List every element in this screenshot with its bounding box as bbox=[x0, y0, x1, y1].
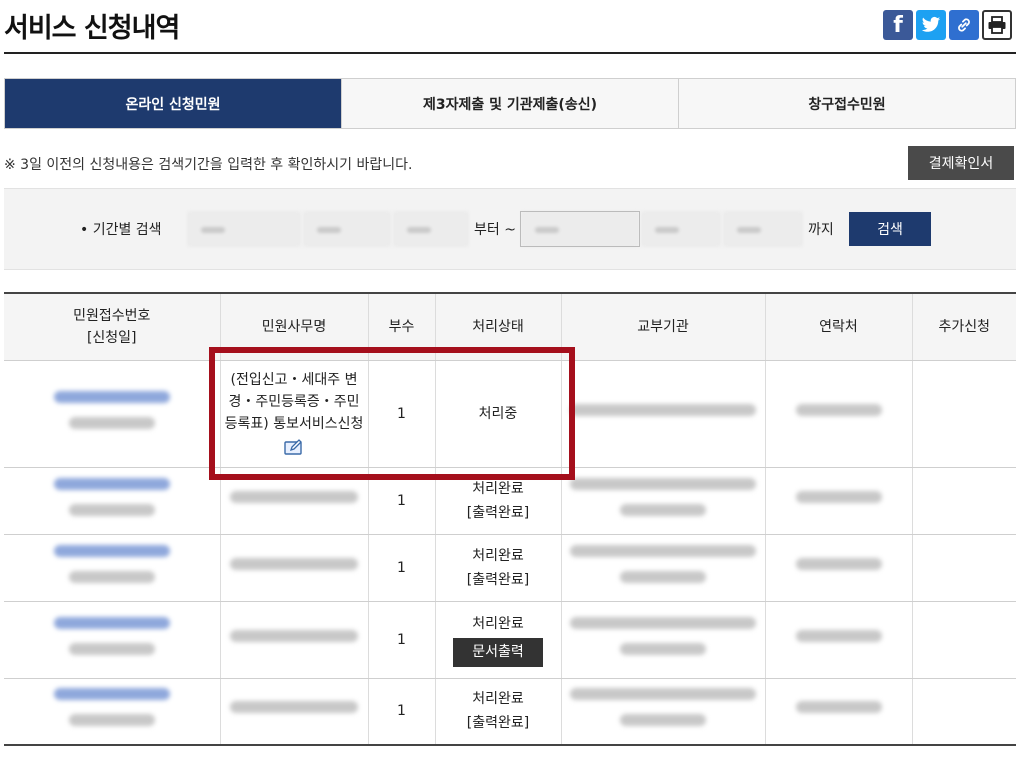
receipt-number-cell[interactable] bbox=[4, 601, 220, 679]
print-document-button[interactable]: 문서출력 bbox=[453, 638, 543, 667]
header-contact: 연락처 bbox=[764, 292, 912, 361]
header-copies: 부수 bbox=[367, 292, 435, 361]
tab-counter-applications[interactable]: 창구접수민원 bbox=[678, 79, 1015, 128]
additional-cell bbox=[911, 467, 1016, 535]
facebook-icon[interactable]: f bbox=[883, 10, 913, 40]
additional-cell bbox=[911, 601, 1016, 679]
agency-cell bbox=[560, 678, 765, 746]
contact-cell bbox=[764, 534, 912, 602]
header-additional-request: 추가신청 bbox=[911, 292, 1016, 361]
table-row: 1 처리완료 [출력완료] bbox=[4, 467, 1016, 535]
agency-cell bbox=[560, 601, 765, 679]
agency-cell bbox=[560, 467, 765, 535]
start-month-select[interactable] bbox=[304, 212, 390, 246]
end-month-select[interactable] bbox=[642, 212, 720, 246]
application-history-table: 민원접수번호 [신청일] 민원사무명 부수 처리상태 교부기관 연락처 추가신청 … bbox=[4, 292, 1016, 746]
additional-cell bbox=[911, 360, 1016, 468]
additional-cell bbox=[911, 678, 1016, 746]
tab-bar: 온라인 신청민원 제3자제출 및 기관제출(송신) 창구접수민원 bbox=[4, 78, 1016, 129]
search-button[interactable]: 검색 bbox=[849, 212, 931, 246]
from-label: 부터 ~ bbox=[474, 222, 516, 238]
contact-cell bbox=[764, 360, 912, 468]
agency-cell bbox=[560, 534, 765, 602]
contact-cell bbox=[764, 601, 912, 679]
header-status: 처리상태 bbox=[434, 292, 561, 361]
service-name-cell: (전입신고・세대주 변경・주민등록증・주민등록표) 통보서비스신청 bbox=[219, 360, 368, 468]
status-cell: 처리완료 [출력완료] bbox=[434, 678, 561, 746]
status-cell: 처리중 bbox=[434, 360, 561, 468]
header-receipt-number: 민원접수번호 [신청일] bbox=[4, 292, 220, 361]
table-row: 1 처리완료 [출력완료] bbox=[4, 678, 1016, 746]
service-name-cell bbox=[219, 678, 368, 746]
print-icon[interactable] bbox=[982, 10, 1012, 40]
to-label: 까지 bbox=[808, 222, 834, 238]
receipt-number-cell[interactable] bbox=[4, 534, 220, 602]
receipt-number-cell[interactable] bbox=[4, 467, 220, 535]
link-icon[interactable] bbox=[949, 10, 979, 40]
period-search-panel: • 기간별 검색 부터 ~ 까지 검색 bbox=[4, 188, 1016, 270]
period-search-label: • 기간별 검색 bbox=[80, 222, 162, 238]
receipt-number-cell[interactable] bbox=[4, 360, 220, 468]
copies-cell: 1 bbox=[367, 601, 435, 679]
header-issuing-agency: 교부기관 bbox=[560, 292, 765, 361]
tab-third-party-submission[interactable]: 제3자제출 및 기관제출(송신) bbox=[341, 79, 678, 128]
service-name-cell bbox=[219, 534, 368, 602]
receipt-number-cell[interactable] bbox=[4, 678, 220, 746]
agency-cell bbox=[560, 360, 765, 468]
copies-cell: 1 bbox=[367, 360, 435, 468]
header-service-name: 민원사무명 bbox=[219, 292, 368, 361]
contact-cell bbox=[764, 467, 912, 535]
status-cell: 처리완료 [출력완료] bbox=[434, 534, 561, 602]
service-name-cell bbox=[219, 467, 368, 535]
table-header-row: 민원접수번호 [신청일] 민원사무명 부수 처리상태 교부기관 연락처 추가신청 bbox=[4, 292, 1016, 361]
table-row: (전입신고・세대주 변경・주민등록증・주민등록표) 통보서비스신청 1 처리중 bbox=[4, 360, 1016, 468]
share-toolbar: f bbox=[883, 10, 1012, 40]
end-day-select[interactable] bbox=[724, 212, 802, 246]
table-row: 1 처리완료 [출력완료] bbox=[4, 534, 1016, 602]
payment-receipt-button[interactable]: 결제확인서 bbox=[908, 146, 1014, 180]
contact-cell bbox=[764, 678, 912, 746]
service-name-text: (전입신고・세대주 변경・주민등록증・주민등록표) 통보서비스신청 bbox=[224, 371, 364, 432]
end-year-outline bbox=[520, 211, 640, 247]
status-cell: 처리완료 문서출력 bbox=[434, 601, 561, 679]
title-divider bbox=[4, 52, 1016, 54]
copies-cell: 1 bbox=[367, 467, 435, 535]
notice-text: ※ 3일 이전의 신청내용은 검색기간을 입력한 후 확인하시기 바랍니다. bbox=[4, 157, 413, 173]
service-name-cell bbox=[219, 601, 368, 679]
start-day-select[interactable] bbox=[394, 212, 468, 246]
additional-cell bbox=[911, 534, 1016, 602]
status-cell: 처리완료 [출력완료] bbox=[434, 467, 561, 535]
page-title: 서비스 신청내역 bbox=[4, 13, 180, 44]
tab-online-applications[interactable]: 온라인 신청민원 bbox=[5, 79, 341, 128]
copies-cell: 1 bbox=[367, 534, 435, 602]
copies-cell: 1 bbox=[367, 678, 435, 746]
table-row: 1 처리완료 문서출력 bbox=[4, 601, 1016, 679]
twitter-icon[interactable] bbox=[916, 10, 946, 40]
edit-icon[interactable] bbox=[284, 438, 304, 456]
start-year-select[interactable] bbox=[188, 212, 300, 246]
